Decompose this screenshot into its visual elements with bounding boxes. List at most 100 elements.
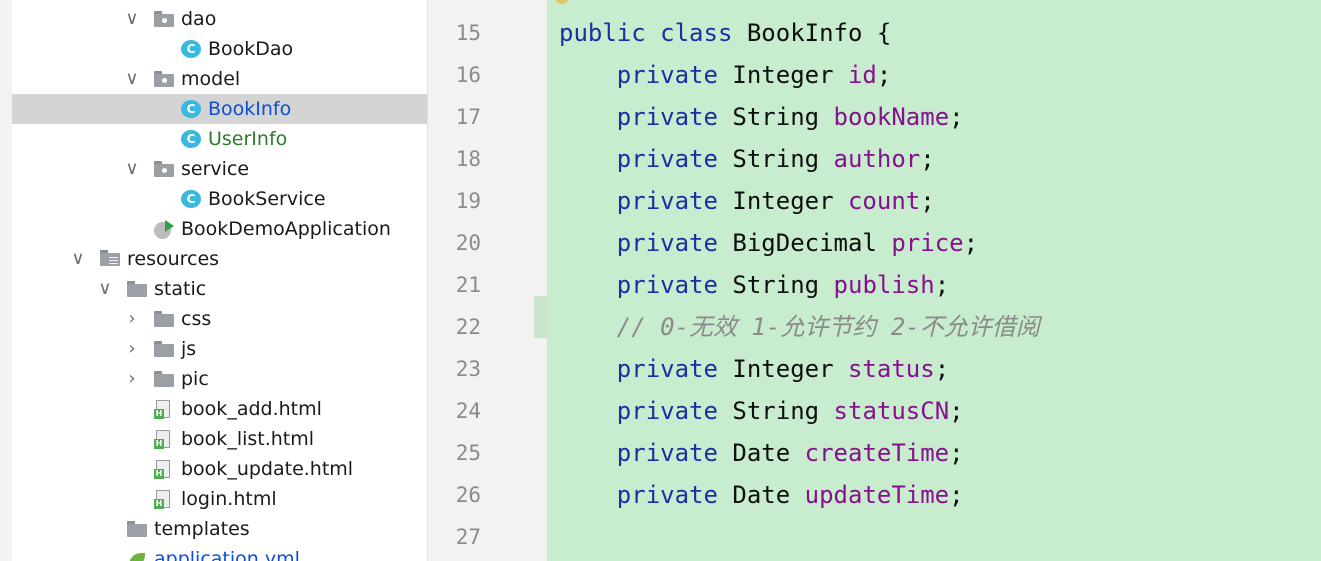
keyword-token: private	[559, 145, 733, 173]
tree-item-book-update-html[interactable]: Hbook_update.html	[12, 454, 427, 484]
chevron-down-icon[interactable]: ∨	[97, 274, 113, 304]
changed-line-marker	[534, 296, 547, 338]
keyword-token: private	[559, 229, 733, 257]
folder-icon	[127, 281, 147, 299]
folder-icon	[154, 71, 174, 89]
line-number: 17	[455, 105, 481, 129]
resources-folder-icon	[100, 250, 120, 268]
keyword-token: private	[559, 397, 733, 425]
tree-item-label: book_add.html	[181, 398, 322, 420]
code-editor[interactable]: public class BookInfo { private Integer …	[547, 0, 1321, 561]
tree-item-label: dao	[181, 8, 217, 30]
chevron-right-icon[interactable]: ›	[124, 364, 140, 394]
chevron-right-icon[interactable]: ›	[124, 304, 140, 334]
code-token: ;	[963, 229, 979, 257]
tree-item-static[interactable]: ∨ static	[12, 274, 427, 304]
tree-item-label: UserInfo	[208, 128, 288, 150]
tree-item-book-add-html[interactable]: Hbook_add.html	[12, 394, 427, 424]
line-number: 24	[455, 399, 481, 423]
tree-item-label: pic	[181, 368, 209, 390]
field-name-token: publish	[833, 271, 935, 299]
tree-item-bookservice[interactable]: C BookService	[12, 184, 427, 214]
tree-item-userinfo[interactable]: C UserInfo	[12, 124, 427, 154]
line-number: 22	[455, 315, 481, 339]
chevron-down-icon[interactable]: ∨	[124, 64, 140, 94]
field-name-token: id	[847, 61, 877, 89]
tree-item-label: BookDao	[208, 38, 294, 60]
chevron-down-icon[interactable]: ∨	[124, 4, 140, 34]
field-name-token: author	[833, 145, 921, 173]
html-file-icon: H	[154, 490, 174, 509]
tree-item-pic[interactable]: › pic	[12, 364, 427, 394]
tree-item-js[interactable]: › js	[12, 334, 427, 364]
yaml-file-icon	[127, 550, 147, 561]
tree-item-label: static	[154, 278, 207, 300]
tree-item-label: login.html	[181, 488, 277, 510]
editor-gutter: 15 16 17 18 19 20 21 22 23 24 25 26 27	[441, 0, 547, 561]
tree-item-login-html[interactable]: Hlogin.html	[12, 484, 427, 514]
code-token: Date	[732, 481, 805, 509]
code-token: String	[732, 145, 834, 173]
code-token: String	[732, 271, 834, 299]
tree-item-bookdao[interactable]: C BookDao	[12, 34, 427, 64]
tree-item-service[interactable]: ∨ service	[12, 154, 427, 184]
code-line: // 0-无效 1-允许节约 2-不允许借阅	[559, 306, 1040, 348]
code-line: private Date createTime;	[559, 432, 964, 474]
chevron-down-icon[interactable]: ∨	[124, 154, 140, 184]
keyword-token: private	[559, 439, 733, 467]
tree-item-label: BookDemoApplication	[181, 218, 391, 240]
tree-item-resources[interactable]: ∨ resources	[12, 244, 427, 274]
field-name-token: count	[847, 187, 921, 215]
code-token: ;	[934, 355, 950, 383]
keyword-token: private	[559, 481, 733, 509]
java-class-icon: C	[181, 190, 201, 208]
tree-item-label: model	[181, 68, 241, 90]
tree-item-templates[interactable]: templates	[12, 514, 427, 544]
code-line: private Integer count;	[559, 180, 935, 222]
code-token: String	[732, 103, 834, 131]
code-token: BookInfo {	[746, 19, 892, 47]
keyword-token: private	[559, 187, 733, 215]
folder-icon	[154, 341, 174, 359]
tree-item-model[interactable]: ∨ model	[12, 64, 427, 94]
tree-scrollbar[interactable]	[427, 0, 442, 561]
field-name-token: price	[891, 229, 964, 257]
code-token: ;	[920, 145, 935, 173]
code-token: Date	[732, 439, 805, 467]
tree-item-label: book_list.html	[181, 428, 315, 450]
chevron-down-icon[interactable]: ∨	[70, 244, 86, 274]
tree-item-bookinfo[interactable]: C BookInfo	[12, 94, 427, 124]
tree-item-css[interactable]: › css	[12, 304, 427, 334]
field-name-token: bookName	[833, 103, 950, 131]
project-tree: ∨ dao C BookDao ∨ model C BookInfo C UserInfo ∨ ser…	[12, 0, 427, 561]
java-class-icon: C	[181, 130, 201, 148]
chevron-right-icon[interactable]: ›	[124, 334, 140, 364]
code-line: private Integer id;	[559, 54, 892, 96]
folder-icon	[154, 371, 174, 389]
tree-item-label: js	[181, 338, 197, 360]
code-line: private String statusCN;	[559, 390, 964, 432]
code-token: ;	[949, 103, 964, 131]
folder-icon	[154, 311, 174, 329]
line-number: 16	[455, 63, 481, 87]
line-number: 27	[455, 525, 481, 549]
tree-item-dao[interactable]: ∨ dao	[12, 4, 427, 34]
code-token: ;	[876, 61, 892, 89]
tree-item-book-list-html[interactable]: Hbook_list.html	[12, 424, 427, 454]
code-token: Integer	[732, 61, 848, 89]
line-number: 19	[455, 189, 481, 213]
java-class-icon: C	[181, 40, 201, 58]
tree-item-label: BookService	[208, 188, 326, 210]
code-token: ;	[920, 187, 935, 215]
keyword-token: private	[559, 103, 733, 131]
code-line: private Integer status;	[559, 348, 949, 390]
tree-item-application-yml[interactable]: application.yml	[12, 544, 427, 561]
line-number: 23	[455, 357, 481, 381]
tree-item-bookdemoapplication[interactable]: BookDemoApplication	[12, 214, 427, 244]
code-line: private BigDecimal price;	[559, 222, 978, 264]
html-file-icon: H	[154, 430, 174, 449]
lightbulb-icon[interactable]	[555, 0, 569, 4]
code-line: private String publish;	[559, 264, 949, 306]
keyword-token: private	[559, 61, 733, 89]
html-file-icon: H	[154, 400, 174, 419]
